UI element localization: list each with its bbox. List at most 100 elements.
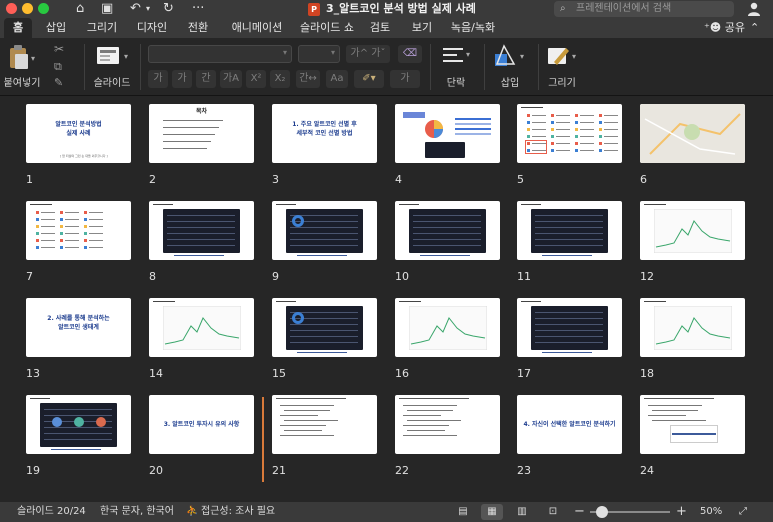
table-row-line	[535, 318, 603, 319]
normal-view-button[interactable]: ▤	[452, 504, 474, 520]
zoom-in-button[interactable]: +	[676, 502, 687, 522]
slide-thumbnail[interactable]	[272, 201, 377, 260]
cut-icon[interactable]: ✂	[54, 42, 64, 56]
slide-thumbnail[interactable]: 알트코인 분석방법 실제 사례 [ 암 되살며 그런 손 대들 외주할니다 ]	[26, 104, 131, 163]
undo-dropdown-icon[interactable]: ▾	[146, 0, 150, 18]
font-size-buttons[interactable]: 가^ 가ˇ	[346, 45, 390, 63]
slide-thumbnail[interactable]: 1. 주요 알트코인 선별 후 세부적 코인 선별 방법	[272, 104, 377, 163]
redo-icon[interactable]: ↻	[163, 0, 174, 18]
slide-thumbnail[interactable]	[640, 395, 745, 454]
slide-thumbnail[interactable]	[395, 104, 500, 163]
superscript-button[interactable]: X²	[246, 70, 266, 88]
underline-button[interactable]: 간	[196, 70, 216, 88]
tab-animations[interactable]: 애니메이션	[224, 18, 290, 38]
share-button[interactable]: ⁺☻ 공유	[704, 18, 745, 38]
highlight-button[interactable]: ✐▾	[354, 70, 384, 88]
new-slide-icon[interactable]	[96, 46, 122, 66]
zoom-level[interactable]: 50%	[700, 502, 722, 522]
text-line	[89, 212, 103, 213]
language-indicator[interactable]: 한국 문자, 한국어	[100, 502, 174, 522]
slide-number: 11	[517, 270, 531, 283]
slide-sorter-view-button[interactable]: ▦	[481, 504, 503, 520]
slide-thumbnail[interactable]	[640, 104, 745, 163]
slide-thumbnail[interactable]	[272, 395, 377, 454]
close-window-button[interactable]	[6, 3, 17, 14]
search-input[interactable]: ⌕ 프레젠테이션에서 검색	[554, 1, 734, 17]
fit-to-window-icon[interactable]: ⤢	[739, 502, 747, 522]
user-account-icon[interactable]	[746, 1, 762, 17]
copy-icon[interactable]: ⧉	[54, 60, 62, 74]
tab-view[interactable]: 보기	[408, 18, 436, 38]
slide-thumbnail[interactable]: 2. 사례를 통해 분석하는 알트코인 생태계	[26, 298, 131, 357]
slide-thumbnail[interactable]: 4. 자신이 선택한 알트코인 분석하기	[517, 395, 622, 454]
slide-thumbnail[interactable]	[149, 298, 254, 357]
slide-thumbnail[interactable]	[149, 201, 254, 260]
tab-review[interactable]: 검토	[366, 18, 394, 38]
zoom-slider-handle[interactable]	[596, 506, 608, 518]
home-icon[interactable]: ⌂	[76, 0, 84, 18]
tab-home[interactable]: 홈	[4, 18, 32, 38]
paragraph-dropdown-icon[interactable]: ▾	[466, 50, 470, 59]
slide-thumbnail[interactable]: 3. 알트코인 투자시 유의 사항	[149, 395, 254, 454]
insert-shapes-icon[interactable]	[494, 44, 520, 68]
tab-design[interactable]: 디자인	[132, 18, 172, 38]
minimize-window-button[interactable]	[22, 3, 33, 14]
slide-layout-dropdown-icon[interactable]: ▾	[124, 52, 128, 61]
format-painter-icon[interactable]: ✎	[54, 76, 63, 89]
draw-pen-icon[interactable]	[546, 44, 572, 68]
undo-icon[interactable]: ↶	[130, 0, 141, 18]
clear-format-button[interactable]: ⌫	[398, 45, 422, 63]
slide-number: 15	[272, 367, 286, 380]
case-button[interactable]: Aa	[326, 70, 348, 88]
bold-button[interactable]: 가	[148, 70, 168, 88]
table-row-line	[44, 439, 112, 440]
tab-draw[interactable]: 그리기	[82, 18, 122, 38]
slide-thumbnail[interactable]	[395, 298, 500, 357]
font-color-button[interactable]: 가	[390, 70, 420, 88]
slide-thumbnail[interactable]	[26, 201, 131, 260]
zoom-window-button[interactable]	[38, 3, 49, 14]
slide-title: 알트코인 분석방법 실제 사례	[55, 121, 102, 137]
slide-thumbnail[interactable]	[395, 395, 500, 454]
slide-thumbnail[interactable]	[26, 395, 131, 454]
more-icon[interactable]: ···	[192, 0, 204, 18]
slide-thumbnail[interactable]	[517, 104, 622, 163]
zoom-out-button[interactable]: −	[574, 502, 585, 522]
text-line	[556, 115, 570, 116]
paste-dropdown-icon[interactable]: ▾	[31, 54, 35, 63]
slide-thumbnail[interactable]	[640, 298, 745, 357]
font-family-select[interactable]: ▾	[148, 45, 292, 63]
tab-insert[interactable]: 삽입	[40, 18, 72, 38]
slide-thumbnail[interactable]	[640, 201, 745, 260]
slideshow-view-button[interactable]: ⊡	[542, 504, 564, 520]
ribbon-separator	[484, 44, 485, 90]
font-size-select[interactable]: ▾	[298, 45, 340, 63]
accessibility-icon[interactable]: ⛹	[186, 502, 198, 522]
text-line	[30, 204, 52, 205]
pie-chart-graphic	[425, 120, 443, 138]
strikethrough-button[interactable]: 가A	[220, 70, 242, 88]
price-chart-graphic	[654, 209, 732, 253]
paste-clipboard-icon[interactable]	[8, 44, 30, 70]
tab-slideshow[interactable]: 슬라이드 쇼	[296, 18, 358, 38]
slide-thumbnail[interactable]	[272, 298, 377, 357]
italic-button[interactable]: 가	[172, 70, 192, 88]
text-line	[41, 212, 55, 213]
draw-dropdown-icon[interactable]: ▾	[572, 52, 576, 61]
subscript-button[interactable]: X₂	[270, 70, 290, 88]
tab-record[interactable]: 녹음/녹화	[448, 18, 498, 38]
collapse-ribbon-icon[interactable]: ⌃	[750, 18, 759, 38]
save-icon[interactable]: ▣	[101, 0, 113, 18]
table-row-line	[44, 415, 112, 416]
insert-dropdown-icon[interactable]: ▾	[520, 52, 524, 61]
slide-thumbnail[interactable]	[395, 201, 500, 260]
underline-bar	[297, 352, 347, 353]
character-spacing-button[interactable]: 간↔	[296, 70, 320, 88]
accessibility-status[interactable]: 접근성: 조사 필요	[201, 502, 275, 522]
slide-thumbnail[interactable]: 목차	[149, 104, 254, 163]
slide-thumbnail[interactable]	[517, 201, 622, 260]
tab-transitions[interactable]: 전환	[182, 18, 214, 38]
paragraph-align-icon[interactable]	[442, 46, 464, 64]
reading-view-button[interactable]: ▥	[511, 504, 533, 520]
slide-thumbnail[interactable]	[517, 298, 622, 357]
